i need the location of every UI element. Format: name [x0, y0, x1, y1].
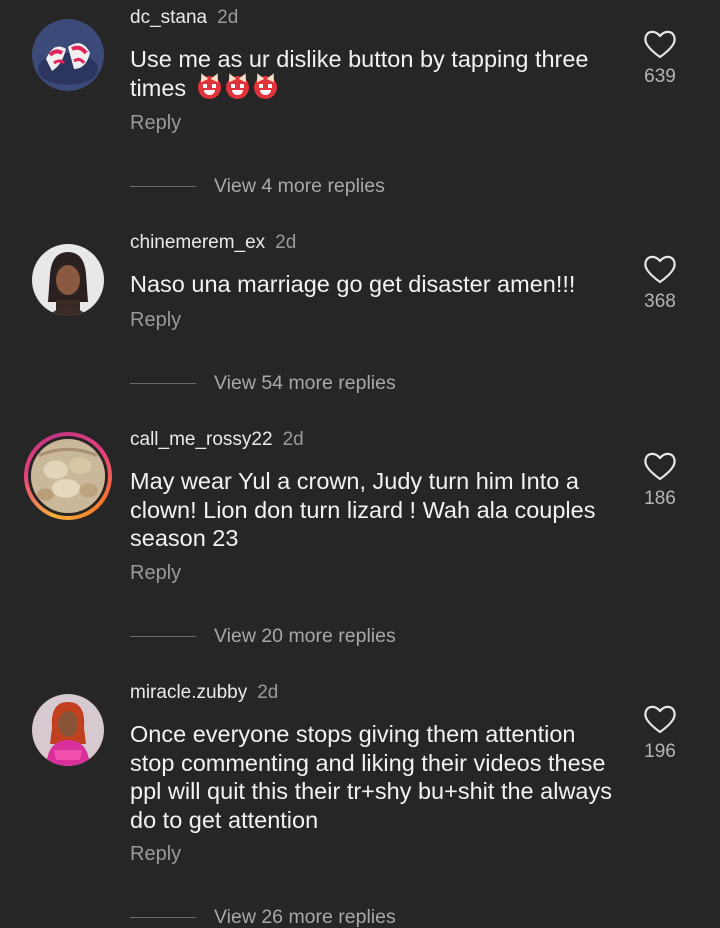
username[interactable]: miracle.zubby	[130, 682, 247, 703]
username[interactable]: call_me_rossy22	[130, 429, 273, 450]
avatar[interactable]	[32, 244, 104, 316]
divider-line	[130, 185, 196, 187]
comment-text: May wear Yul a crown, Judy turn him Into…	[130, 468, 596, 551]
username[interactable]: chinemerem_ex	[130, 232, 265, 253]
view-replies-button[interactable]: View 54 more replies	[130, 370, 396, 396]
avatar[interactable]	[32, 19, 104, 91]
heart-outline-icon	[644, 30, 676, 59]
comment-header: miracle.zubby 2d	[130, 681, 278, 705]
avatar	[28, 436, 108, 516]
like-button[interactable]: 196	[640, 703, 680, 763]
comment-header: dc_stana 2d	[130, 6, 238, 30]
view-replies-label: View 20 more replies	[214, 624, 396, 647]
comment-header: call_me_rossy22 2d	[130, 428, 304, 452]
like-count: 639	[644, 66, 676, 87]
comments-feed: dc_stana 2d Use me as ur dislike button b…	[0, 0, 720, 928]
view-replies-label: View 54 more replies	[214, 371, 396, 394]
comment-age: 2d	[257, 682, 279, 703]
avatar[interactable]	[32, 694, 104, 766]
divider-line	[130, 916, 196, 918]
view-replies-button[interactable]: View 20 more replies	[130, 623, 396, 649]
like-count: 368	[644, 291, 676, 312]
heart-outline-icon	[644, 452, 676, 481]
heart-outline-icon	[644, 255, 676, 284]
avatar-story-ring[interactable]	[24, 432, 112, 520]
heart-outline-icon	[644, 705, 676, 734]
view-replies-button[interactable]: View 26 more replies	[130, 904, 396, 928]
ogre-emoji-icon	[225, 75, 249, 99]
avatar-image	[32, 244, 104, 316]
like-button[interactable]: 368	[640, 253, 680, 313]
comment-age: 2d	[217, 7, 239, 28]
comment-text: Naso una marriage go get disaster amen!!…	[130, 271, 576, 297]
comment-age: 2d	[282, 429, 304, 450]
avatar-image	[31, 439, 105, 513]
view-replies-label: View 26 more replies	[214, 905, 396, 928]
username[interactable]: dc_stana	[130, 7, 207, 28]
comment-text: Use me as ur dislike button by tapping t…	[130, 45, 620, 102]
like-button[interactable]: 639	[640, 28, 680, 88]
avatar-image	[32, 694, 104, 766]
avatar-image	[32, 19, 104, 91]
divider-line	[130, 635, 196, 637]
reply-button[interactable]: Reply	[130, 843, 181, 866]
ogre-emoji-icon	[197, 75, 221, 99]
like-button[interactable]: 186	[640, 450, 680, 510]
reply-button[interactable]: Reply	[130, 309, 181, 332]
comment-header: chinemerem_ex 2d	[130, 231, 296, 255]
ogre-emoji-icon	[253, 75, 277, 99]
divider-line	[130, 382, 196, 384]
comment-text: Once everyone stops giving them attentio…	[130, 721, 612, 833]
view-replies-label: View 4 more replies	[214, 174, 385, 197]
reply-button[interactable]: Reply	[130, 562, 181, 585]
reply-button[interactable]: Reply	[130, 112, 181, 135]
like-count: 196	[644, 741, 676, 762]
like-count: 186	[644, 488, 676, 509]
comment-age: 2d	[275, 232, 297, 253]
view-replies-button[interactable]: View 4 more replies	[130, 173, 385, 199]
